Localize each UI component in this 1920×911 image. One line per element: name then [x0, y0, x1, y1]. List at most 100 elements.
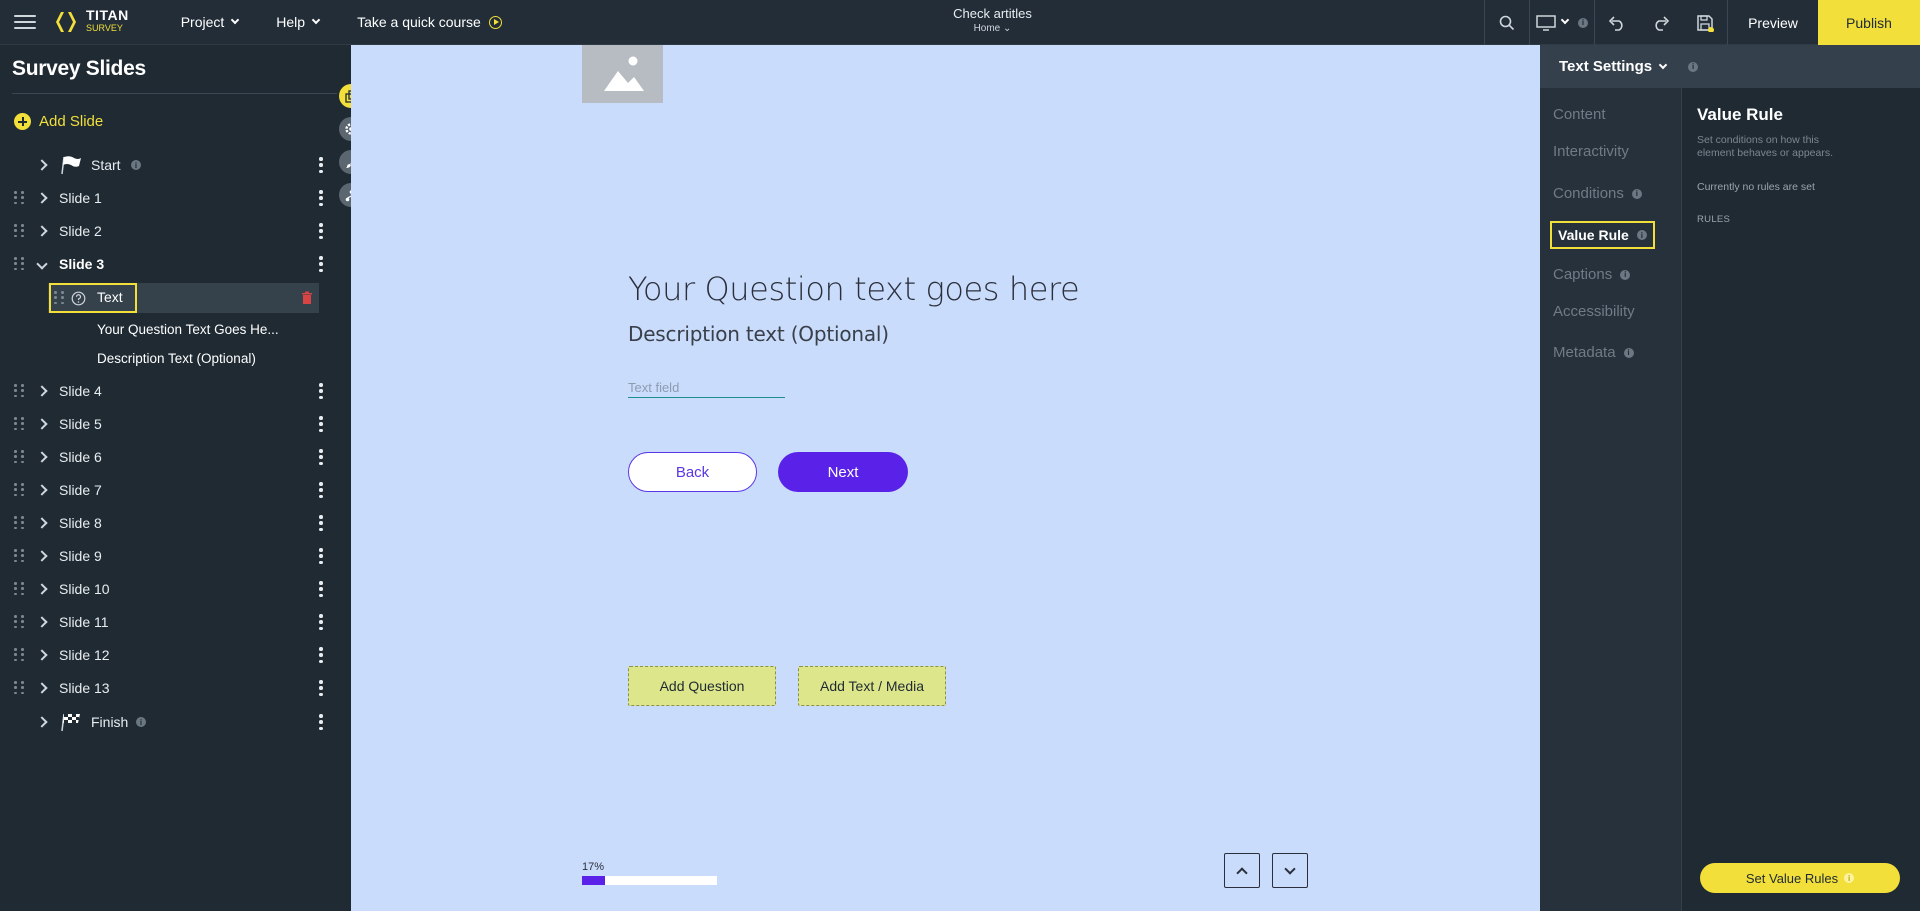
kebab-icon[interactable] [319, 614, 323, 630]
kebab-icon[interactable] [319, 157, 323, 173]
next-button[interactable]: Next [778, 452, 908, 492]
drag-handle-icon[interactable] [14, 384, 24, 398]
undo-button[interactable] [1595, 0, 1639, 45]
chevron-right-icon[interactable] [36, 517, 48, 529]
chevron-right-icon[interactable] [36, 716, 48, 728]
tab-accessibility[interactable]: Accessibility [1553, 303, 1635, 320]
chevron-right-icon[interactable] [36, 385, 48, 397]
slide-item-active[interactable]: Slide 3 [0, 251, 340, 277]
slide-item[interactable]: Slide 10 [0, 576, 340, 602]
drag-handle-icon[interactable] [14, 615, 24, 629]
slide-item[interactable]: Slide 1 [0, 185, 340, 211]
add-question-button[interactable]: Add Question [628, 666, 776, 706]
kebab-icon[interactable] [319, 680, 323, 696]
settings-title-dropdown[interactable]: Text Settings i [1559, 58, 1699, 75]
chevron-right-icon[interactable] [36, 192, 48, 204]
info-icon: i [1688, 61, 1699, 72]
answer-text-field[interactable] [628, 378, 785, 398]
hamburger-icon[interactable] [14, 15, 36, 29]
drag-handle-icon[interactable] [14, 483, 24, 497]
slide-label: Slide 5 [59, 416, 102, 432]
description-text[interactable]: Description text (Optional) [628, 322, 889, 346]
chevron-down-icon[interactable] [36, 258, 48, 270]
kebab-icon[interactable] [319, 647, 323, 663]
menu-quick-course[interactable]: Take a quick course [357, 14, 502, 30]
slide-item[interactable]: Slide 12 [0, 642, 340, 668]
chevron-right-icon[interactable] [36, 583, 48, 595]
chevron-right-icon[interactable] [36, 225, 48, 237]
kebab-icon[interactable] [319, 581, 323, 597]
slide-start[interactable]: Start i [0, 152, 340, 178]
rules-heading: RULES [1697, 214, 1731, 225]
drag-handle-icon[interactable] [14, 224, 24, 238]
tab-interactivity[interactable]: Interactivity [1553, 143, 1629, 160]
logo[interactable]: TITAN SURVEY [54, 8, 129, 34]
drag-handle-icon[interactable] [14, 582, 24, 596]
kebab-icon[interactable] [319, 548, 323, 564]
set-value-rules-button[interactable]: Set Value Rules i [1700, 863, 1900, 893]
device-select[interactable]: i [1530, 0, 1594, 45]
add-slide-button[interactable]: Add Slide [14, 113, 103, 130]
search-button[interactable] [1485, 0, 1529, 45]
image-placeholder[interactable] [582, 45, 663, 103]
question-text[interactable]: Your Question text goes here [628, 270, 1080, 308]
drag-handle-icon[interactable] [14, 417, 24, 431]
slide-item[interactable]: Slide 7 [0, 477, 340, 503]
slide-item[interactable]: Slide 11 [0, 609, 340, 635]
tab-metadata[interactable]: Metadata i [1553, 344, 1634, 361]
drag-handle-icon[interactable] [14, 648, 24, 662]
top-bar: TITAN SURVEY Project Help Take a quick c… [0, 0, 1920, 45]
value-rule-panel: Value Rule Set conditions on how this el… [1681, 88, 1920, 911]
slide-item[interactable]: Slide 6 [0, 444, 340, 470]
chevron-right-icon[interactable] [36, 418, 48, 430]
slide-item[interactable]: Slide 5 [0, 411, 340, 437]
kebab-icon[interactable] [319, 223, 323, 239]
slide-finish[interactable]: Finish i [0, 709, 340, 735]
trash-icon[interactable] [301, 291, 313, 305]
slide-item[interactable]: Slide 13 [0, 675, 340, 701]
search-icon [1499, 15, 1515, 30]
kebab-icon[interactable] [319, 383, 323, 399]
slide-item[interactable]: Slide 9 [0, 543, 340, 569]
drag-handle-icon[interactable] [14, 450, 24, 464]
redo-button[interactable] [1639, 0, 1683, 45]
chevron-right-icon[interactable] [36, 682, 48, 694]
menu-project[interactable]: Project [181, 14, 240, 30]
preview-button[interactable]: Preview [1728, 0, 1818, 45]
add-text-media-button[interactable]: Add Text / Media [798, 666, 946, 706]
kebab-icon[interactable] [319, 449, 323, 465]
back-button[interactable]: Back [628, 452, 757, 492]
chevron-right-icon[interactable] [36, 451, 48, 463]
slide-item[interactable]: Slide 2 [0, 218, 340, 244]
tab-conditions[interactable]: Conditions i [1553, 185, 1642, 202]
save-button[interactable] [1683, 0, 1727, 45]
menu-help[interactable]: Help [276, 14, 321, 30]
kebab-icon[interactable] [319, 190, 323, 206]
chevron-right-icon[interactable] [36, 616, 48, 628]
scroll-up-button[interactable] [1224, 853, 1260, 888]
scroll-down-button[interactable] [1272, 853, 1308, 888]
chevron-right-icon[interactable] [36, 484, 48, 496]
drag-handle-icon[interactable] [14, 191, 24, 205]
chevron-right-icon[interactable] [36, 550, 48, 562]
kebab-icon[interactable] [319, 482, 323, 498]
chevron-right-icon[interactable] [36, 159, 48, 171]
tab-value-rule[interactable]: Value Rule i [1550, 221, 1655, 249]
drag-handle-icon[interactable] [14, 549, 24, 563]
drag-handle-icon[interactable] [14, 516, 24, 530]
kebab-icon[interactable] [319, 416, 323, 432]
drag-handle-icon[interactable] [14, 681, 24, 695]
tab-captions[interactable]: Captions i [1553, 266, 1631, 283]
slide-item[interactable]: Slide 4 [0, 378, 340, 404]
drag-handle-icon[interactable] [14, 257, 24, 271]
kebab-icon[interactable] [319, 714, 323, 730]
slide-item[interactable]: Slide 8 [0, 510, 340, 536]
child-description-text[interactable]: Description Text (Optional) [97, 351, 256, 366]
publish-button[interactable]: Publish [1818, 0, 1920, 45]
child-question-text[interactable]: Your Question Text Goes He... [97, 322, 279, 337]
project-title[interactable]: Check artitles Home ⌄ [920, 6, 1065, 34]
tab-content[interactable]: Content [1553, 106, 1606, 123]
chevron-right-icon[interactable] [36, 649, 48, 661]
kebab-icon[interactable] [319, 515, 323, 531]
kebab-icon[interactable] [319, 256, 323, 272]
